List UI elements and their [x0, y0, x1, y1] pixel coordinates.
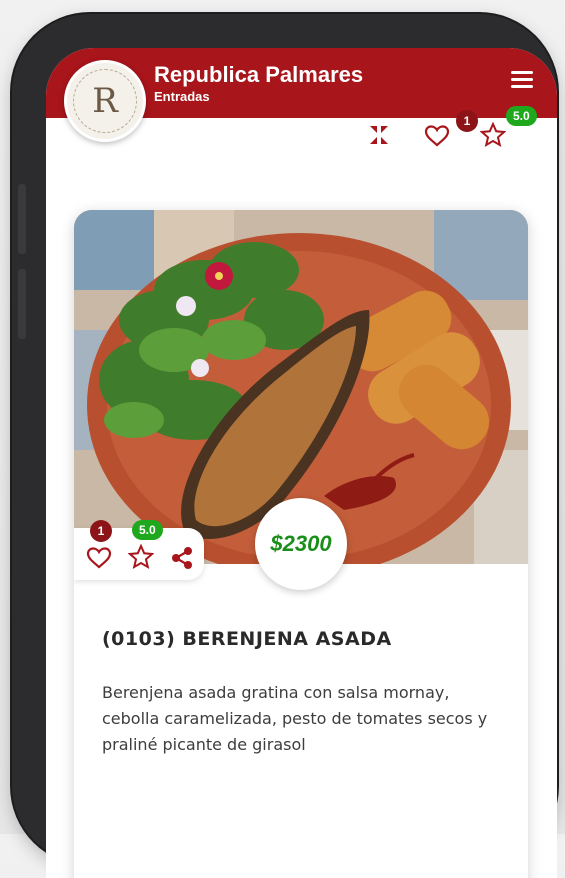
collapse-icon[interactable] — [368, 124, 390, 150]
brand-title: Republica Palmares — [154, 62, 364, 87]
favorites-count-badge: 1 — [456, 110, 478, 132]
volume-up-button — [18, 184, 26, 254]
product-description: Berenjena asada gratina con salsa mornay… — [102, 683, 488, 754]
product-favorites-badge: 1 — [90, 520, 112, 542]
phone-frame: Republica Palmares Entradas R 1 5.0 1 5.… — [12, 14, 557, 878]
share-icon[interactable] — [170, 546, 194, 574]
product-rating-badge: 5.0 — [132, 520, 163, 540]
volume-down-button — [18, 269, 26, 339]
product-title: (0103) BERENJENA ASADA — [102, 628, 392, 650]
product-card[interactable]: 1 5.0 $2300 (0103) BERENJENA ASADA Beren… — [74, 210, 528, 878]
menu-icon[interactable] — [511, 71, 533, 89]
price-text: $2300 — [270, 531, 332, 556]
product-heart-icon[interactable] — [86, 546, 112, 574]
app-screen: Republica Palmares Entradas R 1 5.0 1 5.… — [46, 48, 557, 878]
rating-badge: 5.0 — [506, 106, 537, 126]
price-badge: $2300 — [255, 498, 347, 590]
category-subtitle: Entradas — [154, 89, 210, 104]
product-star-icon[interactable] — [127, 543, 155, 574]
heart-icon[interactable] — [424, 124, 450, 152]
star-icon[interactable] — [479, 121, 507, 152]
toolbar-icons: 1 5.0 — [46, 106, 557, 158]
